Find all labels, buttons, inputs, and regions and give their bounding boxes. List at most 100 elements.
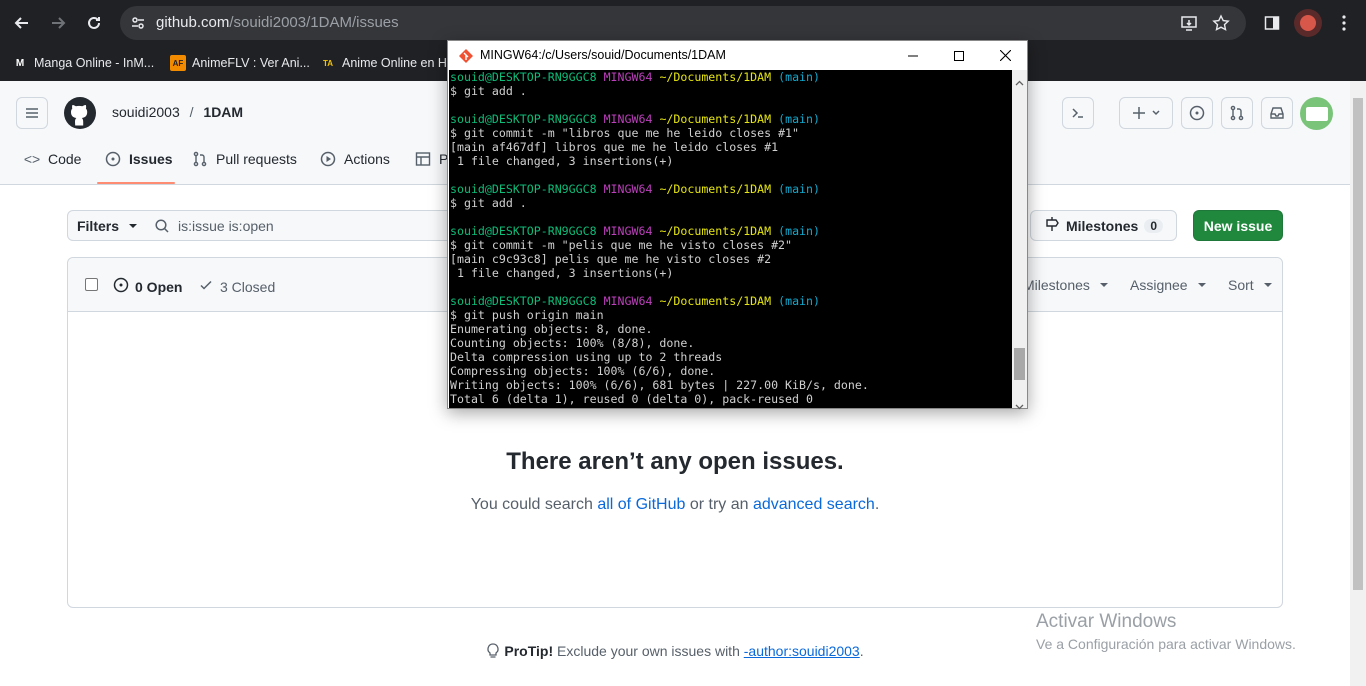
anime-online-icon: TA [322, 58, 334, 68]
open-issues-filter[interactable]: 0 Open [113, 277, 182, 296]
terminal-text-line: Counting objects: 100% (8/8), done. [450, 336, 695, 350]
terminal-window[interactable]: MINGW64:/c/Users/souid/Documents/1DAM so… [447, 40, 1028, 410]
milestone-icon [1044, 216, 1060, 235]
terminal-text-line: Total 6 (delta 1), reused 0 (delta 0), p… [450, 392, 813, 406]
new-issue-button[interactable]: New issue [1193, 210, 1283, 241]
back-icon[interactable] [8, 9, 36, 37]
maximize-button[interactable] [936, 41, 982, 70]
scroll-down-icon[interactable] [1015, 397, 1024, 415]
milestones-button[interactable]: Milestones 0 [1030, 210, 1177, 241]
owner-link[interactable]: souidi2003 [112, 104, 180, 120]
advanced-search-link[interactable]: advanced search [753, 496, 875, 513]
search-value: is:issue is:open [178, 218, 274, 234]
page-scroll-thumb[interactable] [1353, 98, 1363, 590]
terminal-scroll-thumb[interactable] [1014, 348, 1025, 380]
bookmark-label: Anime Online en H... [342, 56, 458, 70]
more-menu-icon[interactable] [1330, 9, 1358, 37]
terminal-text-line: Enumerating objects: 8, done. [450, 322, 653, 336]
terminal-prompt-line: souid@DESKTOP-RN9GGC8 MINGW64 ~/Document… [450, 112, 820, 126]
tab-projects[interactable]: P [415, 151, 448, 185]
git-pull-request-icon [192, 151, 208, 167]
terminal-text-line: [main af467df] libros que me he leido cl… [450, 140, 779, 154]
terminal-text-line: 1 file changed, 3 insertions(+) [450, 266, 674, 280]
bookmark-item[interactable]: TA Anime Online en H... [320, 52, 457, 74]
terminal-output[interactable]: souid@DESKTOP-RN9GGC8 MINGW64 ~/Document… [449, 70, 1012, 408]
bookmark-star-icon[interactable] [1212, 14, 1230, 37]
filters-dropdown[interactable]: Filters [67, 210, 147, 241]
terminal-text-line: [main c9c93c8] pelis que me he visto clo… [450, 252, 772, 266]
check-icon [198, 277, 214, 296]
tab-pull-requests[interactable]: Pull requests [192, 151, 297, 185]
close-button[interactable] [982, 41, 1028, 70]
side-panel-icon[interactable] [1258, 9, 1286, 37]
code-icon: <> [23, 151, 41, 167]
activation-subtitle: Ve a Configuración para activar Windows. [1036, 636, 1296, 652]
tab-actions[interactable]: Actions [320, 151, 390, 185]
scroll-up-icon[interactable] [1015, 73, 1024, 91]
issue-opened-icon [113, 277, 129, 296]
select-all-checkbox[interactable] [85, 278, 98, 291]
repo-link[interactable]: 1DAM [203, 104, 243, 120]
bookmark-item[interactable]: M Manga Online - InM... [12, 52, 154, 74]
breadcrumb-separator: / [189, 104, 194, 120]
terminal-titlebar[interactable]: MINGW64:/c/Users/souid/Documents/1DAM [448, 41, 1027, 70]
terminal-prompt-line: souid@DESKTOP-RN9GGC8 MINGW64 ~/Document… [450, 182, 820, 196]
pull-requests-nav-button[interactable] [1221, 97, 1253, 129]
terminal-text-line: Writing objects: 100% (6/6), 681 bytes |… [450, 378, 869, 392]
issues-nav-button[interactable] [1181, 97, 1213, 129]
tab-selected-indicator [97, 182, 175, 184]
play-icon [320, 151, 336, 167]
activation-title: Activar Windows [1036, 611, 1177, 632]
search-all-github-link[interactable]: all of GitHub [597, 496, 685, 513]
terminal-prompt-line: souid@DESKTOP-RN9GGC8 MINGW64 ~/Document… [450, 70, 820, 84]
address-bar[interactable]: github.com/souidi2003/1DAM/issues [120, 6, 1246, 40]
site-info-icon[interactable] [130, 15, 146, 36]
closed-issues-filter[interactable]: 3 Closed [198, 277, 275, 296]
assignee-filter-dropdown[interactable]: Assignee [1130, 277, 1206, 293]
terminal-text-line: $ git commit -m "pelis que me he visto c… [450, 238, 793, 252]
install-app-icon[interactable] [1180, 14, 1198, 37]
terminal-text-line: Delta compression using up to 2 threads [450, 350, 723, 364]
bookmark-label: Manga Online - InM... [34, 56, 155, 70]
terminal-scrollbar[interactable] [1012, 70, 1027, 410]
blankslate-title: There aren’t any open issues. [506, 448, 844, 475]
tab-issues[interactable]: Issues [105, 151, 173, 185]
table-icon [415, 151, 431, 167]
hamburger-menu-button[interactable] [16, 97, 48, 129]
issues-search-input[interactable]: is:issue is:open [146, 210, 466, 241]
sort-dropdown[interactable]: Sort [1228, 277, 1272, 293]
user-avatar[interactable] [1300, 97, 1333, 130]
light-bulb-icon [486, 643, 500, 662]
bookmark-label: AnimeFLV : Ver Ani... [192, 56, 310, 70]
bookmark-item[interactable]: AF AnimeFLV : Ver Ani... [170, 52, 310, 74]
breadcrumb: souidi2003 / 1DAM [112, 104, 243, 120]
github-logo-icon[interactable] [64, 97, 96, 129]
reload-icon[interactable] [80, 9, 108, 37]
author-filter-link[interactable]: -author:souidi2003 [744, 643, 860, 659]
terminal-text-line: $ git push origin main [450, 308, 604, 322]
minimize-button[interactable] [890, 41, 936, 70]
animeflv-icon: AF [170, 55, 186, 71]
profile-avatar[interactable] [1294, 9, 1322, 37]
forward-icon[interactable] [44, 9, 72, 37]
terminal-text-line: 1 file changed, 3 insertions(+) [450, 154, 674, 168]
create-new-button[interactable] [1119, 97, 1173, 129]
manga-site-icon: M [15, 57, 25, 69]
terminal-text-line: Compressing objects: 100% (6/6), done. [450, 364, 716, 378]
milestones-filter-dropdown[interactable]: Milestones [1023, 277, 1108, 293]
search-icon [154, 218, 170, 237]
url-text: github.com/souidi2003/1DAM/issues [156, 14, 399, 31]
terminal-text-line: $ git add . [450, 196, 527, 210]
terminal-text-line: $ git commit -m "libros que me he leido … [450, 126, 800, 140]
windows-activation-watermark: Activar Windows Ve a Configuración para … [1036, 611, 1296, 652]
milestones-counter: 0 [1144, 218, 1164, 233]
page-scrollbar[interactable] [1350, 81, 1366, 686]
command-palette-button[interactable] [1062, 97, 1094, 129]
terminal-title: MINGW64:/c/Users/souid/Documents/1DAM [480, 48, 726, 62]
blankslate-description: You could search all of GitHub or try an… [470, 496, 880, 513]
tab-code[interactable]: <> Code [23, 151, 82, 185]
inbox-button[interactable] [1261, 97, 1293, 129]
